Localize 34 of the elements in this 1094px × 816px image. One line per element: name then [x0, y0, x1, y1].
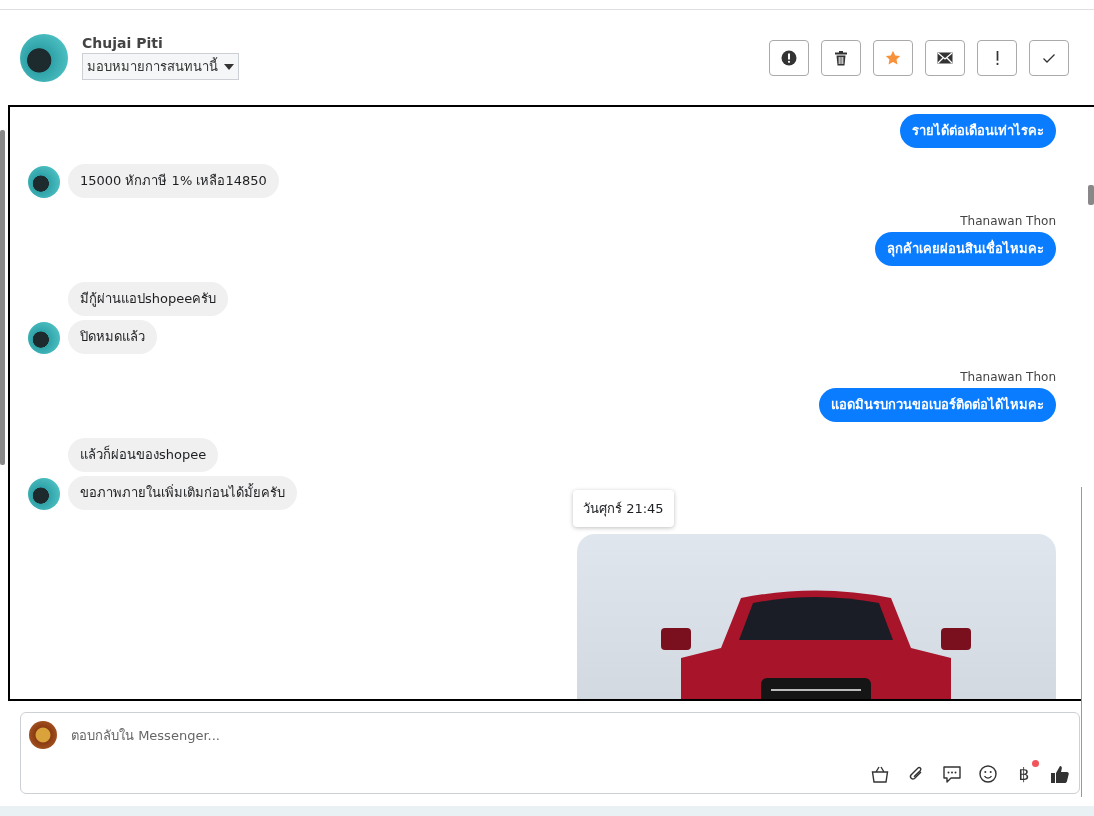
emoji-button[interactable] — [977, 763, 999, 785]
message-bubble: มีกู้ผ่านแอปshopeeครับ — [68, 282, 229, 316]
contact-name: Chujai Piti — [82, 35, 164, 51]
contact-avatar — [20, 33, 68, 82]
timestamp-tooltip: วันศุกร์ 21:45 — [573, 490, 674, 527]
like-button[interactable] — [1049, 763, 1071, 785]
message-bubble: รายได้ต่อเดือนเท่าไรคะ — [900, 114, 1056, 148]
shopping-bag-icon — [870, 764, 890, 784]
trash-icon — [833, 49, 849, 66]
smiley-icon — [978, 764, 998, 784]
exclamation-icon — [995, 50, 999, 65]
reply-template-button[interactable] — [941, 763, 963, 785]
toolbar-button[interactable] — [925, 39, 965, 76]
toolbar-button[interactable] — [769, 39, 809, 76]
message-bubble: ลุกค้าเคยผ่อนสินเชื่อไหมคะ — [875, 232, 1056, 266]
message-bubble: แอดมินรบกวนขอเบอร์ติดต่อได้ไหมคะ — [819, 388, 1056, 422]
message-bubble: 15000 หักภาษี 1% เหลือ14850 — [68, 164, 279, 198]
reply-input[interactable]: ตอบกลับใน Messenger... — [69, 726, 1071, 744]
caret-icon — [224, 63, 234, 70]
toolbar-button[interactable] — [821, 39, 861, 76]
thumbs-up-icon — [1050, 764, 1070, 784]
message-bubble: แล้วก็ผ่อนของshopee — [68, 438, 219, 472]
sender-name: Thanawan Thon — [960, 370, 1056, 384]
sender-name: Thanawan Thon — [960, 214, 1056, 228]
car-photo[interactable] — [577, 534, 1056, 699]
message-bubble: ปิดหมดแล้ว — [68, 320, 157, 354]
chat-bubble-icon — [942, 764, 962, 784]
user-avatar — [29, 721, 57, 749]
message-bubble: ขอภาพภายในเพิ่มเติมก่อนได้มั้ยครับ — [68, 476, 297, 510]
assign-dropdown[interactable]: มอบหมายการสนทนานี้ — [82, 53, 239, 80]
alert-icon — [781, 49, 797, 66]
scrollbar[interactable] — [1088, 185, 1094, 205]
scrollbar[interactable] — [0, 130, 5, 465]
payment-button[interactable]: ฿ — [1013, 763, 1035, 785]
